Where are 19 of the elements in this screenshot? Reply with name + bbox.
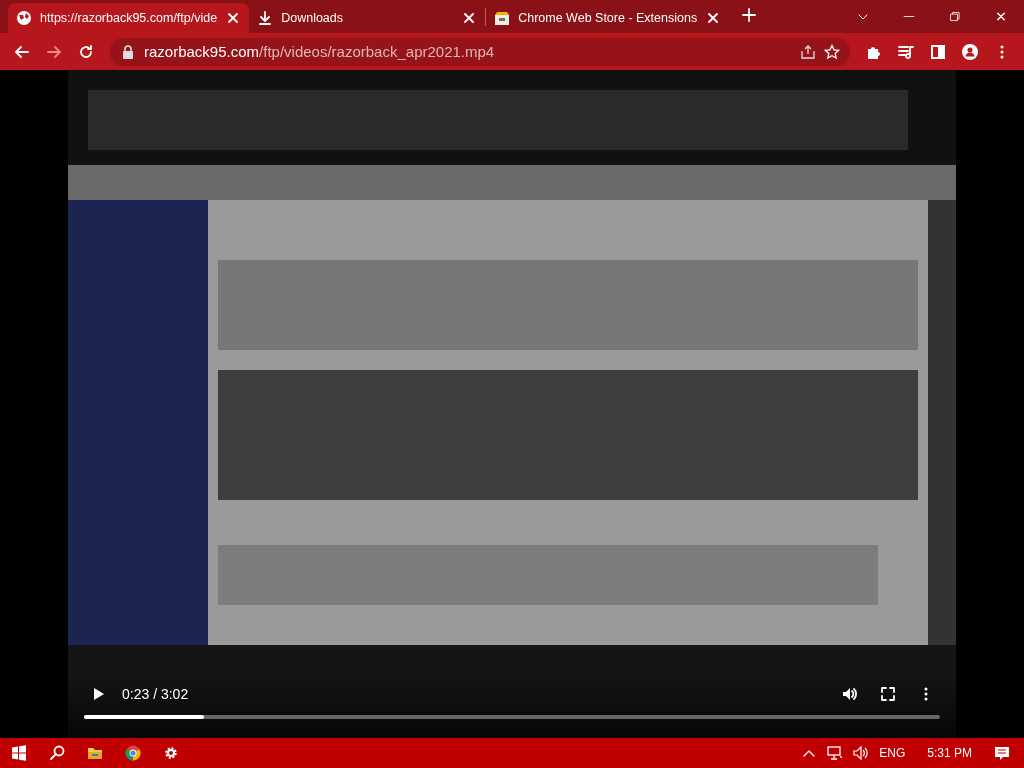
address-bar[interactable]: razorback95.com/ftp/videos/razorback_apr2021.mp4	[110, 37, 850, 66]
store-icon	[494, 10, 511, 26]
notification-icon[interactable]	[994, 745, 1010, 761]
browser-tab[interactable]: https://razorback95.com/ftp/vide	[8, 3, 250, 33]
network-icon[interactable]	[827, 745, 844, 761]
globe-icon	[16, 10, 32, 26]
time-display: 0:23 / 3:02	[122, 686, 189, 702]
star-icon[interactable]	[824, 43, 840, 60]
language-indicator[interactable]: ENG	[879, 746, 906, 760]
browser-tab[interactable]: Chrome Web Store - Extensions	[486, 3, 730, 33]
progress-bar[interactable]	[84, 715, 940, 719]
url-text: razorback95.com/ftp/videos/razorback_apr2021.mp4	[144, 43, 495, 60]
lock-icon	[120, 43, 136, 60]
download-icon	[257, 10, 274, 26]
share-icon[interactable]	[800, 43, 816, 60]
new-tab-icon[interactable]	[741, 6, 758, 23]
clock[interactable]: 5:31 PM	[927, 746, 972, 760]
browser-tab[interactable]: Downloads	[249, 3, 486, 33]
speaker-icon[interactable]	[853, 745, 870, 761]
